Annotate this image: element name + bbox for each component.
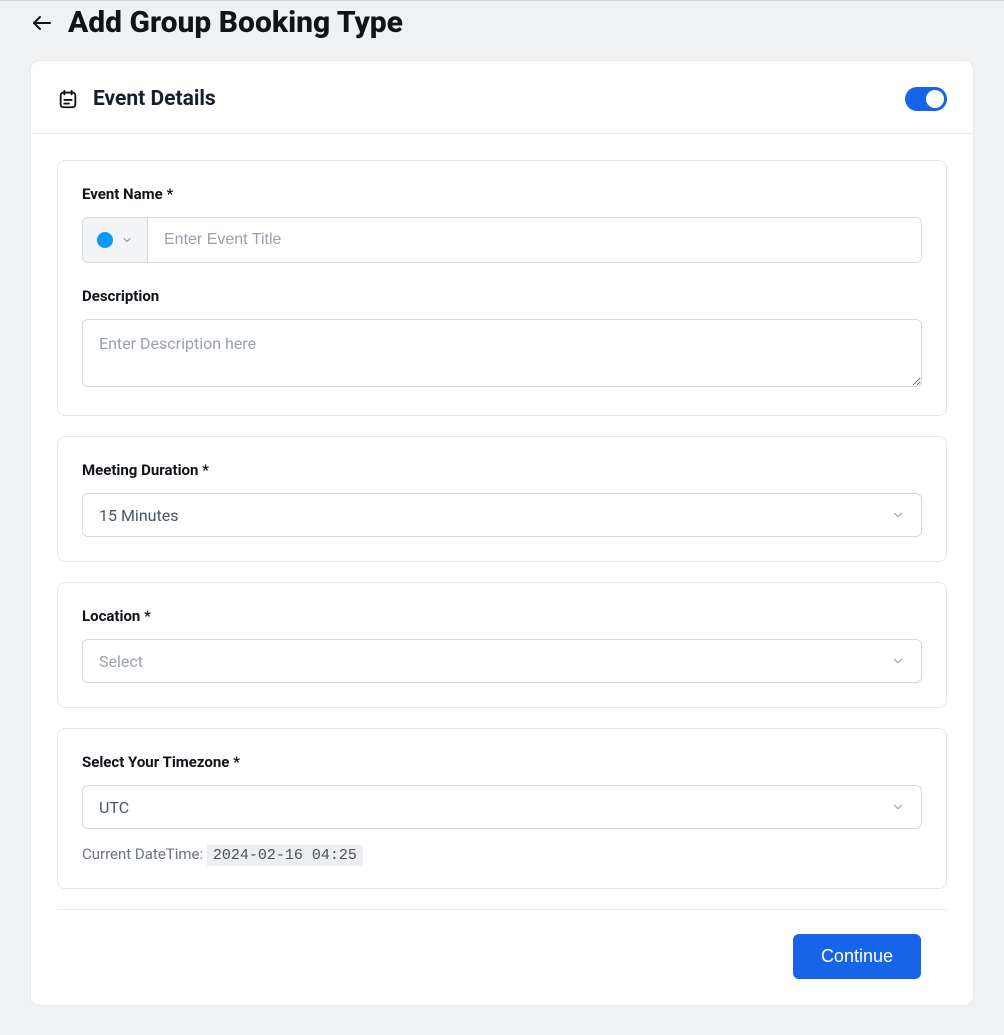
location-label: Location * — [82, 607, 922, 625]
duration-card: Meeting Duration * 15 Minutes — [57, 436, 947, 562]
timezone-value: UTC — [99, 798, 129, 817]
section-header-left: Event Details — [57, 87, 216, 111]
continue-button[interactable]: Continue — [793, 934, 921, 979]
location-placeholder: Select — [99, 652, 143, 671]
chevron-down-icon — [891, 508, 905, 522]
current-datetime-value: 2024-02-16 04:25 — [207, 845, 363, 866]
toggle-knob — [926, 90, 944, 108]
page-title: Add Group Booking Type — [68, 5, 403, 40]
location-select[interactable]: Select — [82, 639, 922, 683]
location-card: Location * Select — [57, 582, 947, 708]
event-name-row — [82, 217, 922, 263]
event-name-card: Event Name * Description — [57, 160, 947, 416]
calendar-icon — [57, 88, 79, 110]
chevron-down-icon — [891, 654, 905, 668]
footer-divider — [57, 909, 947, 910]
current-datetime-row: Current DateTime: 2024-02-16 04:25 — [82, 845, 922, 864]
footer-actions: Continue — [57, 934, 947, 979]
section-title: Event Details — [93, 87, 216, 111]
event-color-picker[interactable] — [83, 218, 148, 262]
description-input[interactable] — [82, 319, 922, 387]
arrow-left-icon — [30, 11, 54, 35]
duration-label: Meeting Duration * — [82, 461, 922, 479]
chevron-down-icon — [891, 800, 905, 814]
back-button[interactable] — [30, 11, 54, 35]
chevron-down-icon — [121, 234, 133, 246]
current-datetime-label: Current DateTime: — [82, 845, 203, 863]
event-details-toggle[interactable] — [905, 87, 947, 111]
event-name-label: Event Name * — [82, 185, 922, 203]
form-body: Event Name * Description Meeting Duratio… — [31, 134, 973, 1005]
timezone-select[interactable]: UTC — [82, 785, 922, 829]
duration-select[interactable]: 15 Minutes — [82, 493, 922, 537]
description-label: Description — [82, 287, 922, 305]
color-dot — [97, 232, 113, 248]
timezone-label: Select Your Timezone * — [82, 753, 922, 771]
page-header: Add Group Booking Type — [0, 1, 1004, 60]
main-card: Event Details Event Name * Description M… — [30, 60, 974, 1006]
section-header: Event Details — [31, 61, 973, 134]
event-name-input[interactable] — [148, 218, 921, 262]
timezone-card: Select Your Timezone * UTC Current DateT… — [57, 728, 947, 889]
duration-value: 15 Minutes — [99, 506, 178, 525]
